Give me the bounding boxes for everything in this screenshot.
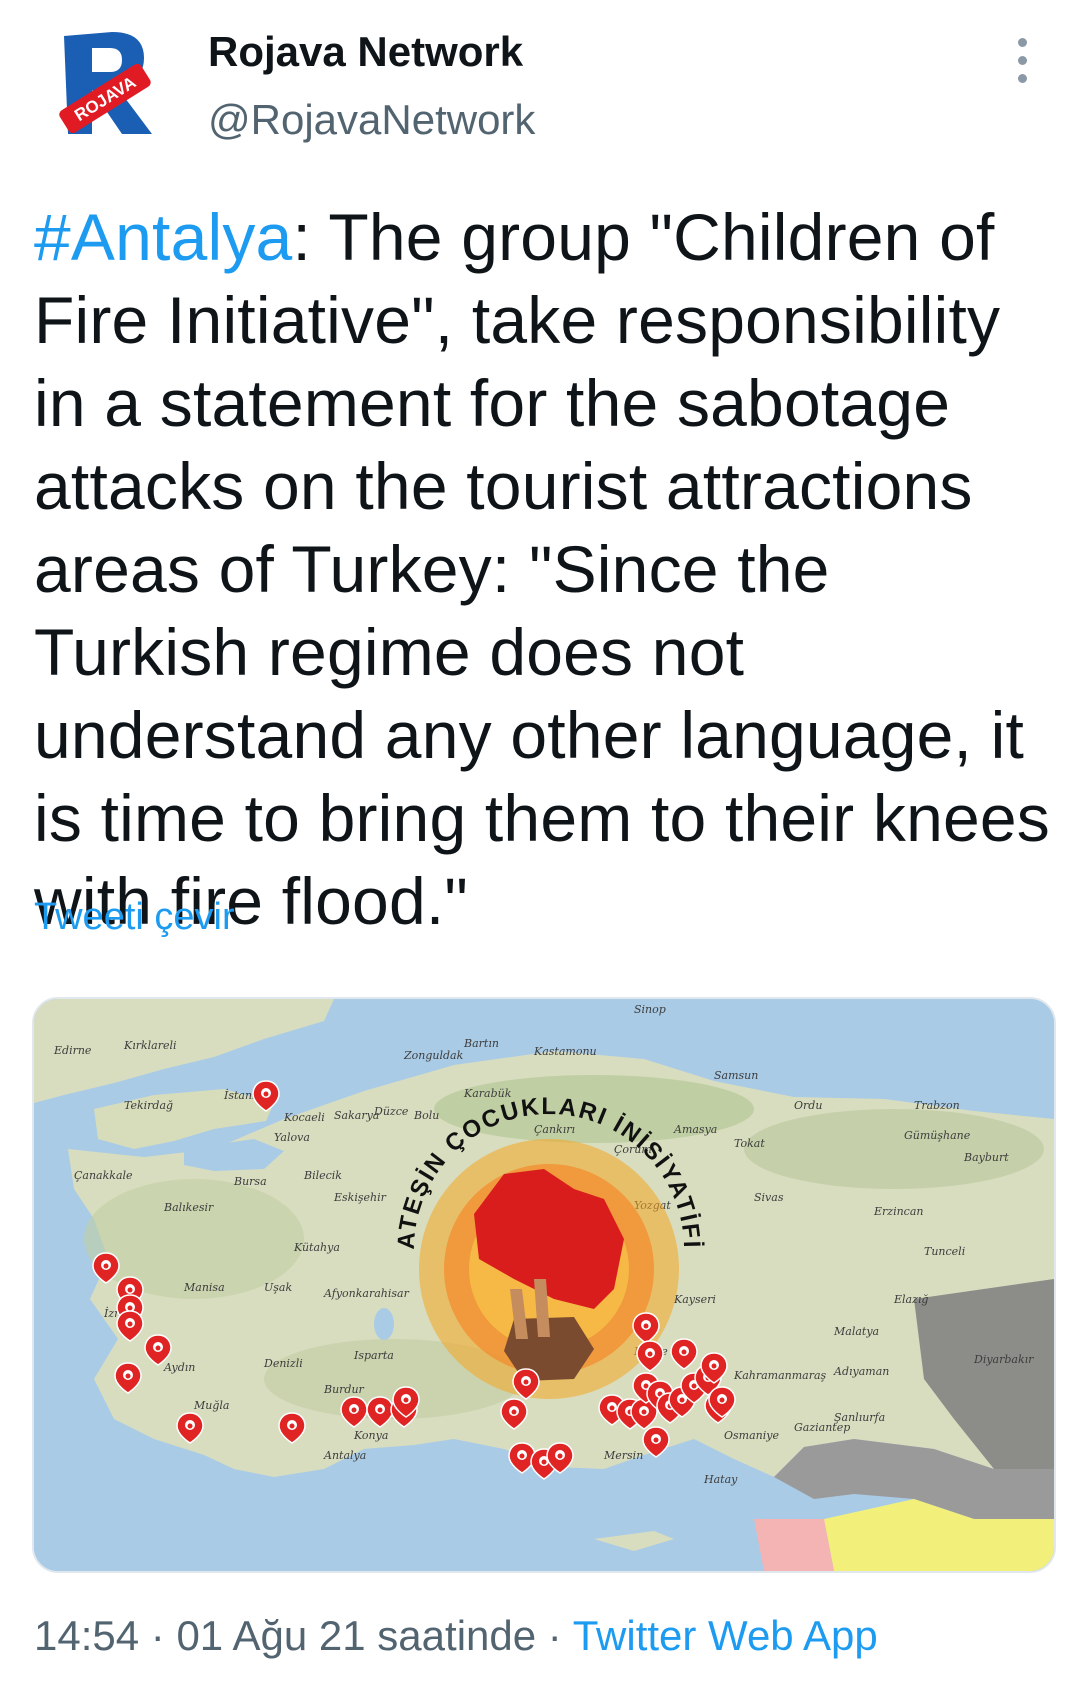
- map-label: Kütahya: [293, 1241, 340, 1254]
- map-label: Denizli: [263, 1357, 303, 1370]
- map-label: Amasya: [673, 1123, 717, 1136]
- map-label: Diyarbakır: [973, 1353, 1034, 1366]
- translate-tweet-link[interactable]: Tweeti çevir: [34, 896, 235, 939]
- map-label: Erzincan: [873, 1205, 924, 1218]
- map-label: Bolu: [413, 1109, 439, 1122]
- map-label: Bilecik: [303, 1169, 342, 1182]
- map-label: Konya: [353, 1429, 388, 1442]
- more-vertical-icon[interactable]: [1010, 38, 1034, 98]
- map-label: Sivas: [754, 1191, 784, 1204]
- map-label: Kayseri: [673, 1293, 716, 1306]
- map-label: Zonguldak: [403, 1049, 464, 1062]
- map-label: Afyonkarahisar: [323, 1287, 410, 1300]
- map-label: Şanlıurfa: [834, 1411, 885, 1424]
- tweet-body: : The group "Children of Fire Initiative…: [34, 200, 1050, 938]
- map-label: Tokat: [734, 1137, 765, 1150]
- map-label: Edirne: [53, 1044, 92, 1057]
- map-label: Burdur: [323, 1383, 365, 1396]
- map-label: Kahramanmaraş: [733, 1369, 827, 1382]
- map-label: Hatay: [703, 1473, 738, 1486]
- tweet-time[interactable]: 14:54: [34, 1612, 139, 1659]
- map-label: Yalova: [274, 1131, 310, 1144]
- map-label: Çanakkale: [74, 1169, 133, 1182]
- map-label: Malatya: [833, 1325, 879, 1338]
- map-label: Kocaeli: [283, 1111, 325, 1124]
- tweet-footer: 14:54 · 01 Ağu 21 saatinde · Twitter Web…: [34, 1612, 878, 1660]
- tweet-text: #Antalya: The group "Children of Fire In…: [34, 196, 1054, 943]
- map-label: Manisa: [183, 1281, 225, 1294]
- map-label: Uşak: [264, 1281, 292, 1294]
- map-label: Trabzon: [914, 1099, 960, 1112]
- map-label: Osmaniye: [724, 1429, 779, 1442]
- tweet-header: ROJAVA Rojava Network @RojavaNetwork: [0, 0, 1080, 170]
- map-label: Ordu: [794, 1099, 822, 1112]
- account-name[interactable]: Rojava Network: [208, 28, 523, 76]
- map-label: Sakarya: [334, 1109, 379, 1122]
- map-label: Bursa: [233, 1175, 267, 1188]
- map-label: Muğla: [193, 1399, 229, 1412]
- map-label: Tekirdağ: [124, 1099, 173, 1112]
- account-handle[interactable]: @RojavaNetwork: [208, 96, 535, 144]
- map-label: Elazığ: [893, 1293, 928, 1306]
- map-label: Bayburt: [963, 1151, 1009, 1164]
- map-label: Adıyaman: [833, 1365, 889, 1378]
- map-label: Kastamonu: [533, 1045, 597, 1058]
- tweet-media-map[interactable]: Kırklareli Edirne Tekirdağ İstanbul Zongulda…: [32, 997, 1056, 1573]
- source-app-link[interactable]: Twitter Web App: [573, 1612, 878, 1659]
- map-label: Antalya: [323, 1449, 366, 1462]
- map-label: Samsun: [714, 1069, 758, 1082]
- tweet-date[interactable]: 01 Ağu 21 saatinde: [176, 1612, 536, 1659]
- map-label: Isparta: [353, 1349, 394, 1362]
- map-label: Aydın: [163, 1361, 195, 1374]
- map-label: Eskişehir: [333, 1191, 387, 1204]
- map-label: Karabük: [463, 1087, 512, 1100]
- map-label: Kırklareli: [123, 1039, 177, 1052]
- separator: ·: [547, 1612, 562, 1659]
- map-label: Sinop: [634, 1003, 666, 1016]
- map-label: Çankırı: [534, 1123, 575, 1136]
- map-label: Gümüşhane: [904, 1129, 971, 1142]
- rojava-logo-avatar[interactable]: ROJAVA: [52, 26, 162, 142]
- map-label: Bartın: [463, 1037, 499, 1050]
- separator: ·: [150, 1612, 165, 1659]
- map-label: Mersin: [603, 1449, 643, 1462]
- map-label: Tunceli: [924, 1245, 965, 1258]
- map-label: Balıkesir: [163, 1201, 214, 1214]
- hashtag-link[interactable]: #Antalya: [34, 200, 292, 274]
